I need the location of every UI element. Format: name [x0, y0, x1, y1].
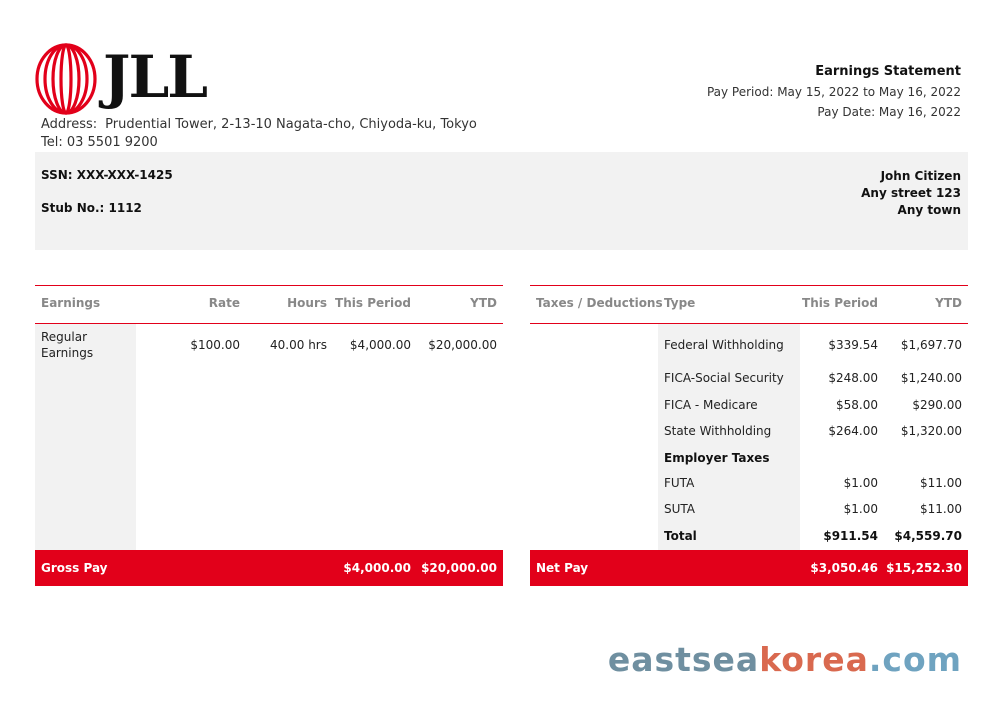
employee-address: John Citizen Any street 123 Any town	[861, 168, 961, 219]
tax-total-label: Total	[664, 529, 697, 543]
earnings-row-label-line2: Earnings	[41, 346, 94, 360]
tax-row-period: $1.00	[843, 476, 878, 490]
tax-row-type: State Withholding	[664, 424, 772, 438]
tax-row-ytd: $11.00	[920, 476, 962, 490]
tax-section-employer-taxes: Employer Taxes	[664, 451, 770, 465]
gross-pay-this-period: $4,000.00	[343, 561, 411, 575]
company-logo-text: JLL	[103, 43, 208, 111]
earnings-header-hours: Hours	[287, 296, 327, 310]
tax-row-period: $58.00	[836, 398, 878, 412]
tax-row-type: FICA-Social Security	[664, 371, 784, 385]
earnings-row-label-line1: Regular	[41, 330, 88, 344]
gross-pay-label: Gross Pay	[41, 561, 108, 575]
tax-row-type: FUTA	[664, 476, 695, 490]
net-pay-this-period: $3,050.46	[810, 561, 878, 575]
tax-row-type: FICA - Medicare	[664, 398, 758, 412]
net-pay-label: Net Pay	[536, 561, 589, 575]
earnings-this-period: $4,000.00	[349, 338, 411, 352]
company-tel: Tel: 03 5501 9200	[41, 135, 158, 150]
watermark-part1: eastsea	[607, 640, 760, 679]
earnings-rate: $100.00	[190, 338, 240, 352]
employee-name: John Citizen	[880, 169, 961, 183]
earnings-header-rate: Rate	[208, 296, 240, 310]
watermark-part2: korea	[759, 640, 869, 679]
tax-row-period: $264.00	[828, 424, 878, 438]
taxes-header-type: Type	[664, 296, 696, 310]
tax-row-ytd: $11.00	[920, 502, 962, 516]
address-value: Prudential Tower, 2-13-10 Nagata-cho, Ch…	[105, 117, 477, 132]
tax-row-period: $339.54	[828, 338, 878, 352]
statement-title: Earnings Statement	[815, 64, 961, 79]
tax-row-ytd: $1,240.00	[900, 371, 962, 385]
employee-info-panel	[35, 152, 968, 250]
gross-pay-ytd: $20,000.00	[421, 561, 497, 575]
employee-street: Any street 123	[861, 186, 961, 200]
tax-total-period: $911.54	[823, 529, 878, 543]
statement-header: Earnings Statement Pay Period: May 15, 2…	[707, 62, 961, 122]
taxes-top-rule	[530, 285, 968, 286]
taxes-header-this-period: This Period	[802, 296, 878, 310]
tax-row-ytd: $290.00	[912, 398, 962, 412]
watermark-part3: .com	[868, 640, 962, 679]
pay-date: Pay Date: May 16, 2022	[817, 105, 961, 119]
net-pay-ytd: $15,252.30	[886, 561, 962, 575]
earnings-header-ytd: YTD	[470, 296, 497, 310]
tax-row-period: $248.00	[828, 371, 878, 385]
taxes-header-deductions: Taxes / Deductions	[536, 296, 663, 310]
tax-total-ytd: $4,559.70	[894, 529, 962, 543]
ssn: SSN: XXX-XXX-1425	[41, 168, 173, 182]
employee-town: Any town	[897, 203, 961, 217]
tax-row-type: Federal Withholding	[664, 338, 784, 352]
watermark: eastseakorea.com	[608, 640, 962, 679]
earnings-ytd: $20,000.00	[428, 338, 497, 352]
tax-row-type: SUTA	[664, 502, 696, 516]
tax-row-ytd: $1,697.70	[900, 338, 962, 352]
pay-period: Pay Period: May 15, 2022 to May 16, 2022	[706, 85, 961, 99]
earnings-hours: 40.00 hrs	[270, 338, 327, 352]
earnings-row-label: Regular Earnings	[41, 329, 93, 361]
earnings-header-this-period: This Period	[335, 296, 411, 310]
tax-row-ytd: $1,320.00	[900, 424, 962, 438]
earnings-header-earnings: Earnings	[41, 296, 101, 310]
tax-row-period: $1.00	[843, 502, 878, 516]
address-label: Address:	[41, 117, 98, 132]
earnings-top-rule	[35, 285, 503, 286]
stub-number: Stub No.: 1112	[41, 201, 142, 215]
taxes-header-ytd: YTD	[935, 296, 962, 310]
company-address: Address: Prudential Tower, 2-13-10 Nagata…	[41, 116, 477, 134]
